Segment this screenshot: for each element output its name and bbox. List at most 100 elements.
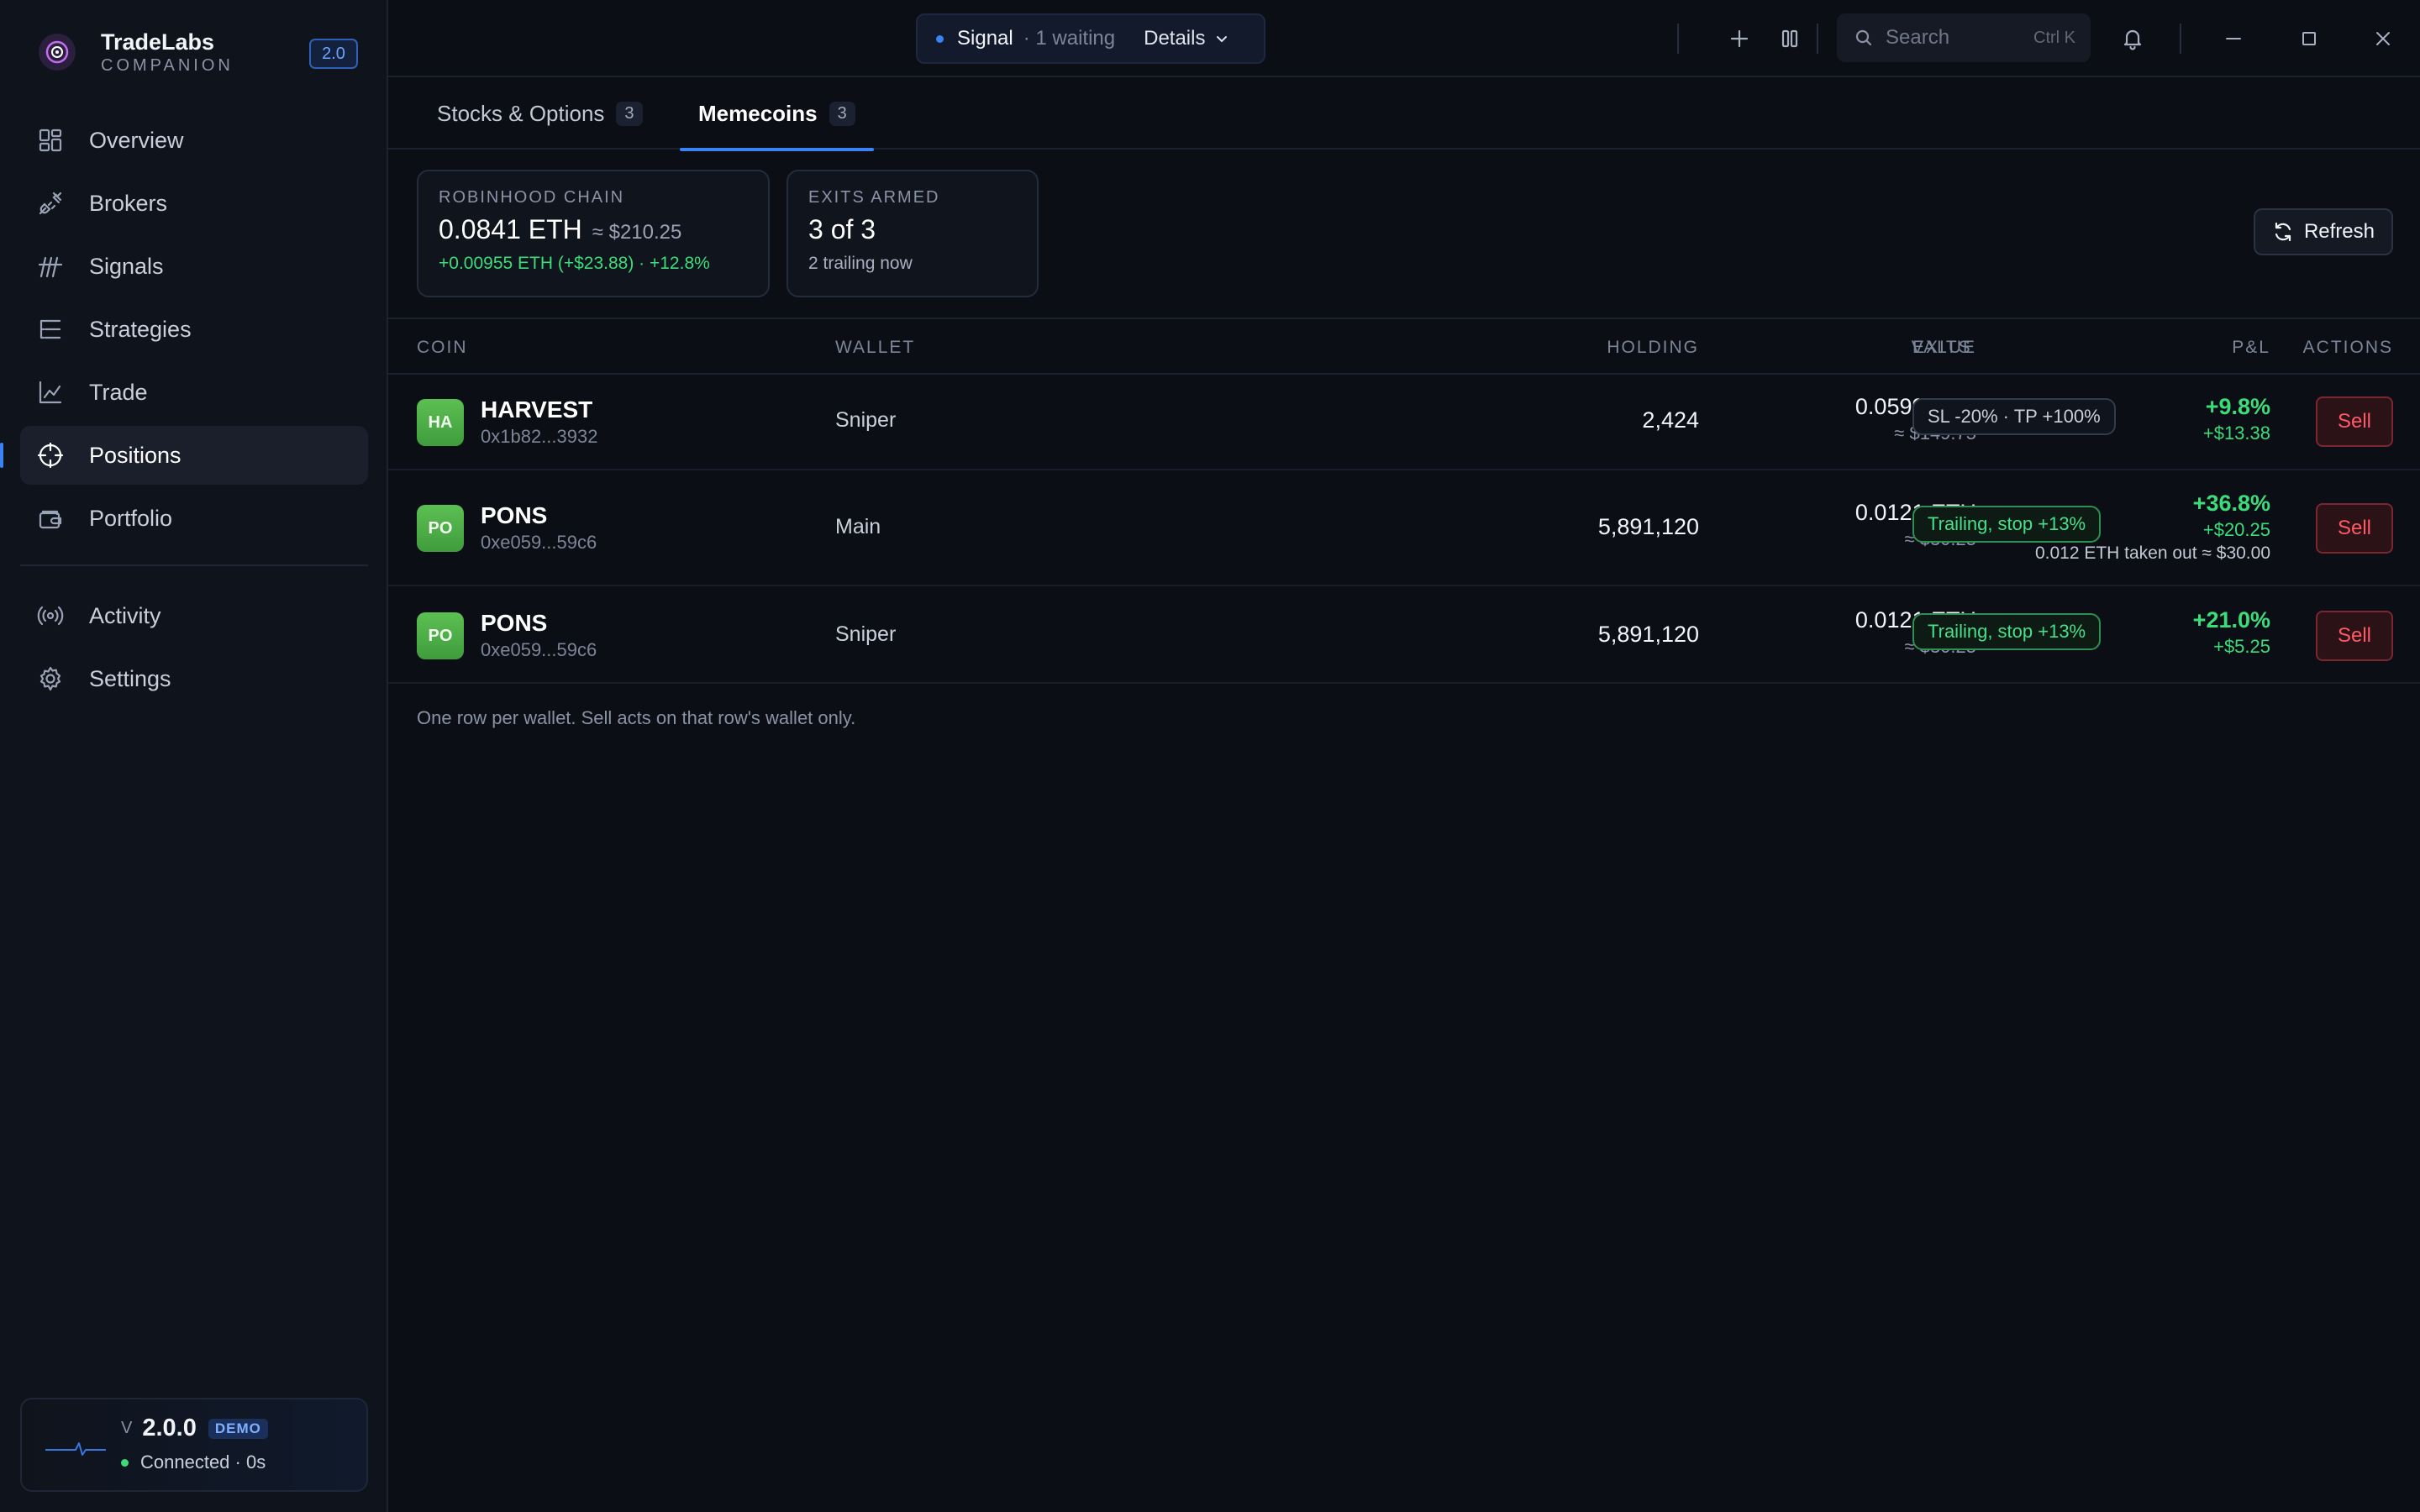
maximize-icon[interactable] bbox=[2294, 24, 2324, 54]
holding-amount: 5,891,120 bbox=[1597, 622, 1699, 647]
table-row[interactable]: PO PONS 0xe059...59c6 Sniper 5,891,120 0… bbox=[388, 586, 2420, 684]
sidebar: TradeLabs COMPANION 2.0 Overview Brokers… bbox=[0, 0, 388, 1512]
sidebar-item-signals[interactable]: Signals bbox=[20, 237, 368, 296]
table-row[interactable]: PO PONS 0xe059...59c6 Main 5,891,120 0.0… bbox=[388, 470, 2420, 586]
app-version: 2.0.0 bbox=[142, 1415, 197, 1441]
sidebar-item-portfolio[interactable]: Portfolio bbox=[20, 489, 368, 548]
brand-subtitle: COMPANION bbox=[101, 56, 234, 75]
sidebar-divider bbox=[20, 564, 368, 566]
tab-label: Memecoins bbox=[698, 100, 818, 126]
refresh-icon bbox=[2272, 221, 2304, 243]
coin-address: 0x1b82...3932 bbox=[481, 426, 598, 447]
tab-label: Stocks & Options bbox=[437, 100, 605, 126]
top-bar: Signal · 1 waiting Details Ctrl K bbox=[388, 0, 2420, 77]
toolbar-divider bbox=[1677, 24, 1679, 54]
coin-name: PONS bbox=[481, 610, 548, 636]
bell-icon[interactable] bbox=[2118, 24, 2148, 54]
pnl-usd: +$5.25 bbox=[2213, 636, 2270, 657]
columns-icon[interactable] bbox=[1775, 24, 1805, 54]
sidebar-item-settings[interactable]: Settings bbox=[20, 649, 368, 708]
search-input[interactable] bbox=[1886, 26, 2028, 50]
exits-trailing-count: 2 trailing now bbox=[808, 254, 913, 273]
connection-dot-icon bbox=[121, 1458, 129, 1467]
signal-icon bbox=[37, 253, 64, 280]
tab-count: 3 bbox=[829, 101, 855, 126]
sidebar-item-label: Signals bbox=[89, 253, 164, 279]
gear-icon bbox=[37, 665, 64, 692]
coin-address: 0xe059...59c6 bbox=[481, 639, 597, 660]
tab-memecoins[interactable]: Memecoins 3 bbox=[680, 77, 874, 151]
sidebar-item-label: Activity bbox=[89, 602, 161, 628]
version-badge: 2.0 bbox=[309, 39, 358, 69]
signal-pill[interactable]: Signal · 1 waiting Details bbox=[916, 13, 1265, 64]
holding-amount: 2,424 bbox=[1642, 407, 1699, 433]
sidebar-item-label: Strategies bbox=[89, 316, 192, 342]
table-footnote: One row per wallet. Sell acts on that ro… bbox=[417, 707, 856, 728]
sidebar-item-label: Settings bbox=[89, 665, 171, 691]
plug-icon bbox=[37, 190, 64, 217]
exit-rule-badge: Trailing, stop +13% bbox=[1912, 613, 2102, 650]
version-prefix: V bbox=[121, 1419, 133, 1437]
crosshair-icon bbox=[37, 442, 64, 469]
column-header-coin[interactable]: COIN bbox=[417, 338, 468, 358]
sell-button[interactable]: Sell bbox=[2316, 611, 2393, 661]
card-title: ROBINHOOD CHAIN bbox=[439, 188, 625, 207]
sidebar-item-trade[interactable]: Trade bbox=[20, 363, 368, 422]
sidebar-item-label: Brokers bbox=[89, 190, 168, 216]
exit-rule-badge: SL -20% · TP +100% bbox=[1912, 398, 2116, 435]
sidebar-item-activity[interactable]: Activity bbox=[20, 586, 368, 645]
coin-avatar: PO bbox=[417, 612, 464, 659]
holding-amount: 5,891,120 bbox=[1597, 514, 1699, 539]
wallet-name: Sniper bbox=[835, 408, 897, 432]
toolbar-divider bbox=[2180, 24, 2181, 54]
wallet-name: Sniper bbox=[835, 622, 897, 646]
chain-balance-usd: ≈ $210.25 bbox=[592, 221, 682, 244]
sell-button[interactable]: Sell bbox=[2316, 503, 2393, 554]
search-icon bbox=[1854, 28, 1874, 48]
plus-icon[interactable] bbox=[1724, 24, 1754, 54]
coin-avatar: PO bbox=[417, 505, 464, 552]
pnl-taken-out-note: 0.012 ETH taken out ≈ $30.00 bbox=[2034, 543, 2270, 563]
heartbeat-icon bbox=[44, 1433, 108, 1463]
coin-name: HARVEST bbox=[481, 396, 593, 423]
refresh-label: Refresh bbox=[2303, 220, 2375, 243]
sidebar-item-label: Trade bbox=[89, 379, 148, 405]
column-header-pnl[interactable]: P&L bbox=[2232, 338, 2270, 358]
sidebar-item-label: Portfolio bbox=[89, 505, 173, 531]
exits-armed-value: 3 of 3 bbox=[808, 214, 876, 244]
sidebar-item-strategies[interactable]: Strategies bbox=[20, 300, 368, 359]
search-shortcut: Ctrl K bbox=[2033, 28, 2075, 47]
grid-icon bbox=[37, 127, 64, 154]
brand-name: TradeLabs bbox=[101, 29, 215, 55]
column-header-wallet[interactable]: WALLET bbox=[835, 338, 915, 358]
pnl-percent: +21.0% bbox=[2192, 607, 2270, 633]
close-icon[interactable] bbox=[2368, 24, 2398, 54]
wallet-icon bbox=[37, 505, 64, 532]
exits-armed-card: EXITS ARMED 3 of 3 2 trailing now bbox=[786, 170, 1039, 297]
toolbar-divider bbox=[1817, 24, 1818, 54]
sell-button[interactable]: Sell bbox=[2316, 396, 2393, 447]
column-header-holding[interactable]: HOLDING bbox=[1607, 338, 1699, 358]
signal-waiting-count: · 1 waiting bbox=[1023, 27, 1116, 50]
card-title: EXITS ARMED bbox=[808, 188, 940, 207]
position-tabs: Stocks & Options 3 Memecoins 3 bbox=[388, 77, 2420, 151]
signal-label: Signal bbox=[957, 27, 1013, 50]
signal-details-button[interactable]: Details bbox=[1144, 27, 1230, 50]
sidebar-item-overview[interactable]: Overview bbox=[20, 111, 368, 170]
sidebar-item-brokers[interactable]: Brokers bbox=[20, 174, 368, 233]
chevron-down-icon bbox=[1205, 30, 1230, 47]
minimize-icon[interactable] bbox=[2218, 24, 2249, 54]
sidebar-item-label: Overview bbox=[89, 127, 184, 153]
column-header-actions: ACTIONS bbox=[2302, 338, 2393, 357]
brand[interactable]: TradeLabs COMPANION bbox=[39, 29, 234, 76]
table-row[interactable]: HA HARVEST 0x1b82...3932 Sniper 2,424 0.… bbox=[388, 375, 2420, 470]
tab-stocks-options[interactable]: Stocks & Options 3 bbox=[437, 77, 643, 150]
chain-balance-card: ROBINHOOD CHAIN 0.0841 ETH ≈ $210.25 +0.… bbox=[417, 170, 770, 297]
broadcast-icon bbox=[37, 602, 64, 629]
tab-count: 3 bbox=[616, 101, 643, 126]
column-header-exits[interactable]: EXITS bbox=[1912, 338, 1972, 358]
refresh-button[interactable]: Refresh bbox=[2254, 208, 2393, 255]
sidebar-item-positions[interactable]: Positions bbox=[0, 426, 368, 485]
search-box[interactable]: Ctrl K bbox=[1837, 13, 2091, 62]
coin-address: 0xe059...59c6 bbox=[481, 532, 597, 553]
